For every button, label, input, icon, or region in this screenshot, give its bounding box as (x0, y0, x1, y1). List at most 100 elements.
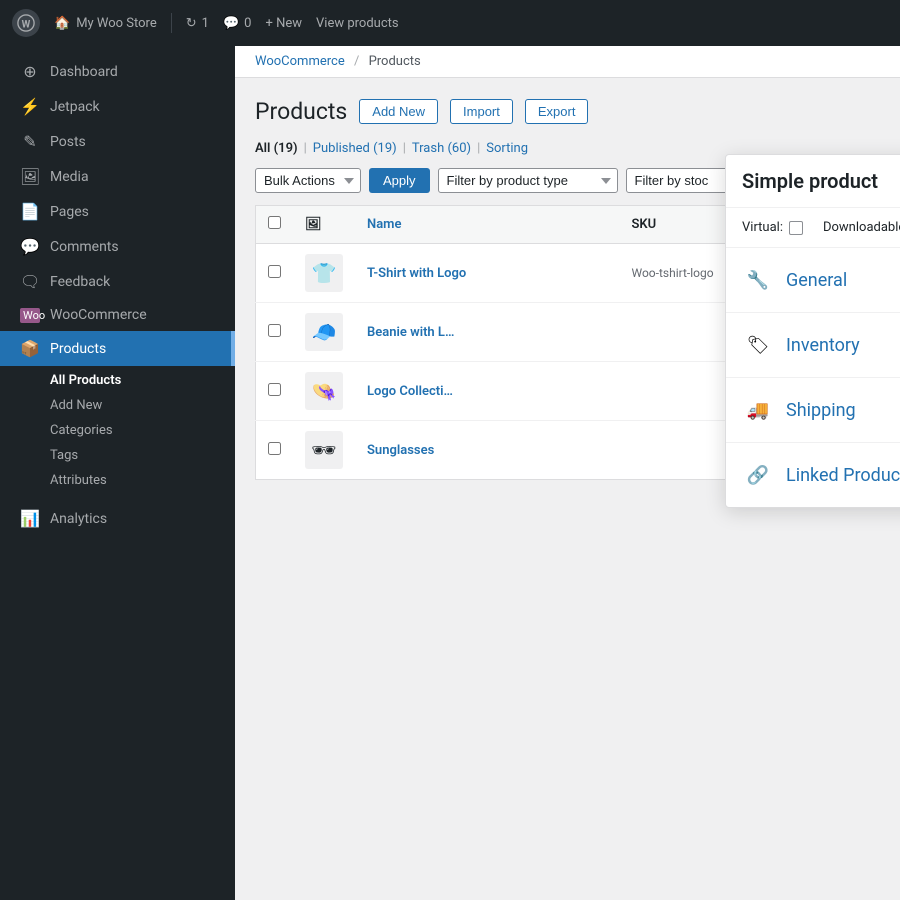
sidebar: ⊕ Dashboard ⚡ Jetpack ✎ Posts 🖼 Media 📄 … (0, 46, 235, 900)
submenu-attributes[interactable]: Attributes (0, 468, 235, 493)
sidebar-item-woocommerce[interactable]: Woo WooCommerce (0, 299, 235, 331)
row-checkbox-cell (256, 244, 294, 303)
row-checkbox-cell (256, 362, 294, 421)
product-type-dropdown: Simple product ▲ ▼ Virtual: Downloadable… (725, 154, 900, 508)
th-checkbox (256, 206, 294, 244)
shipping-label: Shipping (786, 400, 856, 421)
product-name-link[interactable]: Logo Collecti… (367, 384, 453, 399)
submenu-categories[interactable]: Categories (0, 418, 235, 443)
filter-link-all[interactable]: All (19) (255, 141, 298, 156)
product-thumb-cell: 🕶 (293, 421, 355, 480)
sidebar-item-dashboard[interactable]: ⊕ Dashboard (0, 54, 235, 89)
sidebar-item-comments[interactable]: 💬 Comments (0, 229, 235, 264)
row-checkbox[interactable] (268, 383, 281, 396)
dropdown-section-shipping[interactable]: 🚚 Shipping (726, 378, 900, 443)
sidebar-item-label: Dashboard (50, 64, 118, 80)
sidebar-item-label: WooCommerce (50, 307, 147, 323)
th-name[interactable]: Name (355, 206, 620, 244)
downloadable-option[interactable]: Downloadable: (823, 220, 900, 235)
dropdown-section-general[interactable]: 🔧 General (726, 248, 900, 313)
product-name-link[interactable]: Sunglasses (367, 443, 434, 458)
media-icon: 🖼 (20, 167, 40, 186)
sidebar-item-products[interactable]: 📦 Products (0, 331, 235, 366)
product-name-link[interactable]: T-Shirt with Logo (367, 266, 466, 281)
site-name-topbar[interactable]: 🏠 My Woo Store (54, 16, 157, 31)
svg-text:W: W (22, 20, 31, 31)
sidebar-item-label: Jetpack (50, 99, 100, 115)
sidebar-item-label: Products (50, 341, 106, 357)
select-all-checkbox[interactable] (268, 216, 281, 229)
sidebar-item-jetpack[interactable]: ⚡ Jetpack (0, 89, 235, 124)
main-layout: ⊕ Dashboard ⚡ Jetpack ✎ Posts 🖼 Media 📄 … (0, 46, 900, 900)
sidebar-item-label: Analytics (50, 511, 107, 527)
submenu-tags[interactable]: Tags (0, 443, 235, 468)
dropdown-section-inventory[interactable]: 🏷 Inventory (726, 313, 900, 378)
sidebar-item-posts[interactable]: ✎ Posts (0, 124, 235, 159)
image-col-icon: 🖼 (305, 217, 322, 232)
product-name-cell: Sunglasses (355, 421, 620, 480)
sidebar-item-feedback[interactable]: 🗨 Feedback (0, 264, 235, 299)
row-checkbox[interactable] (268, 265, 281, 278)
virtual-label: Virtual: (742, 220, 783, 235)
virtual-option[interactable]: Virtual: (742, 220, 803, 235)
submenu-add-new[interactable]: Add New (0, 393, 235, 418)
comments-button[interactable]: 💬 0 (223, 16, 252, 31)
dropdown-header: Simple product ▲ ▼ (726, 155, 900, 208)
product-thumb: 👕 (305, 254, 343, 292)
filter-link-sorting[interactable]: Sorting (486, 141, 528, 156)
site-name-label: My Woo Store (76, 16, 157, 31)
comments-icon: 💬 (20, 237, 40, 256)
apply-button[interactable]: Apply (369, 168, 430, 193)
export-button[interactable]: Export (525, 99, 589, 124)
dropdown-section-linked-products[interactable]: 🔗 Linked Products (726, 443, 900, 507)
updates-button[interactable]: ↻ 1 (186, 16, 209, 31)
sidebar-item-label: Comments (50, 239, 119, 255)
sku-value: Woo-tshirt-logo (632, 266, 714, 280)
pages-icon: 📄 (20, 202, 40, 221)
breadcrumb-current: Products (369, 54, 421, 69)
page-header: Products Add New Import Export (255, 98, 880, 125)
sidebar-item-label: Feedback (50, 274, 110, 290)
new-button[interactable]: + New (265, 16, 302, 31)
bulk-actions-select[interactable]: Bulk Actions (255, 168, 361, 193)
submenu-all-products[interactable]: All Products (0, 368, 235, 393)
filter-link-published[interactable]: Published (19) (313, 141, 397, 156)
sidebar-item-pages[interactable]: 📄 Pages (0, 194, 235, 229)
inventory-icon: 🏷 (742, 329, 774, 361)
product-thumb: 🕶 (305, 431, 343, 469)
wp-logo[interactable]: W (12, 9, 40, 37)
row-checkbox[interactable] (268, 324, 281, 337)
dashboard-icon: ⊕ (20, 62, 40, 81)
general-label: General (786, 270, 847, 291)
virtual-checkbox[interactable] (789, 221, 803, 235)
product-thumb: 👒 (305, 372, 343, 410)
row-checkbox-cell (256, 421, 294, 480)
main-content: WooCommerce / Products Products Add New … (235, 46, 900, 900)
inventory-label: Inventory (786, 335, 860, 356)
view-products-link[interactable]: View products (316, 16, 399, 31)
linked-products-label: Linked Products (786, 465, 900, 486)
sidebar-item-analytics[interactable]: 📊 Analytics (0, 501, 235, 536)
filter-type-select[interactable]: Filter by product type (438, 168, 618, 193)
general-icon: 🔧 (742, 264, 774, 296)
topbar-divider (171, 13, 172, 33)
product-name-cell: T-Shirt with Logo (355, 244, 620, 303)
breadcrumb: WooCommerce / Products (235, 46, 900, 78)
updates-count: 1 (202, 16, 209, 31)
product-name-link[interactable]: Beanie with L… (367, 325, 454, 340)
breadcrumb-separator: / (354, 54, 359, 69)
product-thumb-cell: 👕 (293, 244, 355, 303)
product-thumb-cell: 👒 (293, 362, 355, 421)
page-title: Products (255, 98, 347, 125)
breadcrumb-parent-link[interactable]: WooCommerce (255, 54, 345, 69)
import-button[interactable]: Import (450, 99, 513, 124)
filter-link-trash[interactable]: Trash (60) (412, 141, 471, 156)
comments-count: 0 (244, 16, 251, 31)
updates-icon: ↻ (186, 16, 197, 31)
sidebar-item-label: Pages (50, 204, 89, 220)
add-new-button[interactable]: Add New (359, 99, 438, 124)
sidebar-item-media[interactable]: 🖼 Media (0, 159, 235, 194)
feedback-icon: 🗨 (20, 272, 40, 291)
sidebar-item-label: Media (50, 169, 89, 185)
row-checkbox[interactable] (268, 442, 281, 455)
